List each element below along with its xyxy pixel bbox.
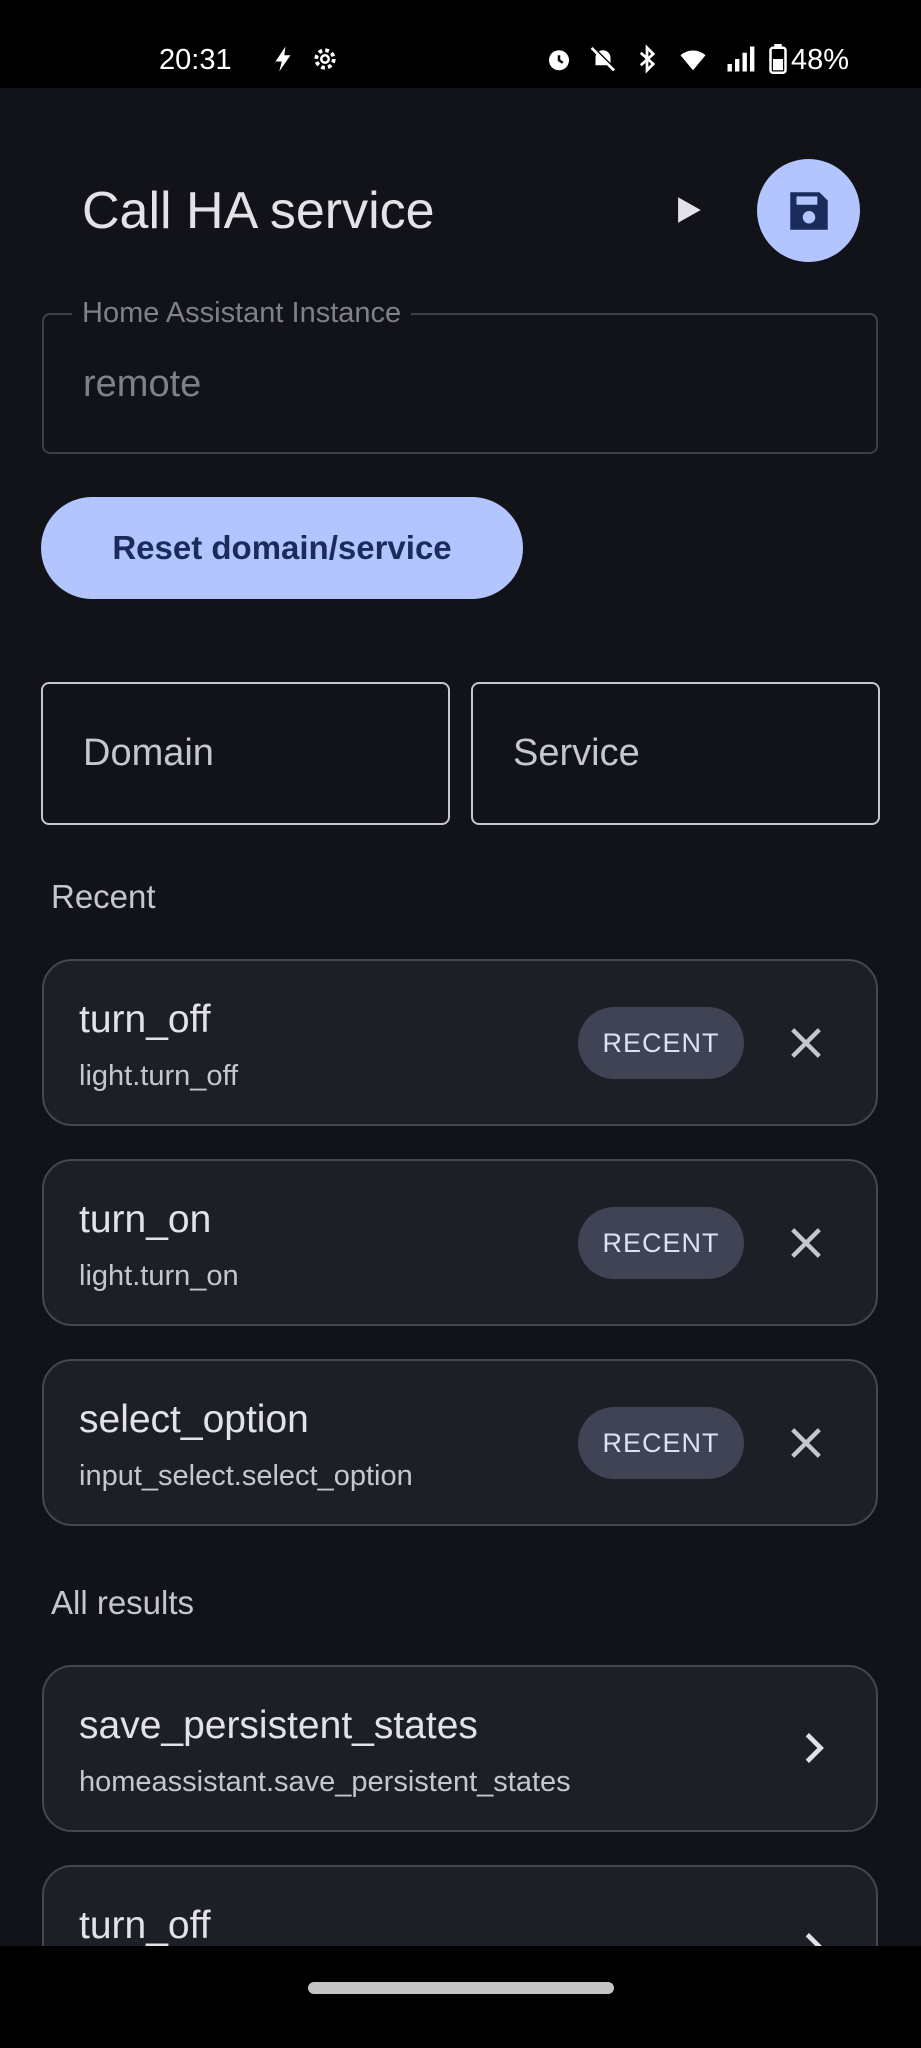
- recent-chip: RECENT: [578, 1407, 744, 1479]
- domain-input-placeholder: Domain: [83, 732, 214, 774]
- recent-section-header: Recent: [51, 878, 156, 915]
- bluetooth-icon: [639, 44, 656, 74]
- service-full-name: light.turn_on: [79, 1260, 239, 1292]
- service-name: turn_off: [79, 1904, 211, 1947]
- instance-field-value: remote: [83, 363, 202, 405]
- instance-field-label: Home Assistant Instance: [72, 296, 412, 330]
- play-icon: [678, 197, 701, 223]
- save-button[interactable]: [757, 159, 860, 262]
- battery-percent: 48%: [791, 44, 850, 76]
- close-icon: [791, 1228, 821, 1258]
- service-full-name: light.turn_off: [79, 1060, 239, 1092]
- remove-recent-button[interactable]: [774, 1211, 838, 1275]
- all-results-section-header: All results: [51, 1584, 195, 1621]
- service-name: save_persistent_states: [79, 1704, 478, 1747]
- status-bar: 20:31 48%: [0, 0, 921, 88]
- close-icon: [791, 1028, 821, 1058]
- service-input-placeholder: Service: [513, 732, 640, 774]
- save-icon: [789, 191, 828, 230]
- gesture-handle[interactable]: [308, 1982, 614, 1994]
- remove-recent-button[interactable]: [774, 1411, 838, 1475]
- screen: 20:31 48% Call HA service Home Assistant…: [0, 0, 921, 2048]
- navigation-bar: [0, 1946, 921, 2048]
- service-name: turn_on: [79, 1198, 212, 1241]
- status-time: 20:31: [159, 44, 232, 76]
- service-input[interactable]: Service: [471, 682, 880, 825]
- recent-item[interactable]: select_option input_select.select_option…: [42, 1359, 878, 1526]
- domain-input[interactable]: Domain: [41, 682, 450, 825]
- settings-icon: [314, 48, 336, 70]
- recent-item[interactable]: turn_on light.turn_on RECENT: [42, 1159, 878, 1326]
- signal-icon: [727, 46, 755, 72]
- service-full-name: input_select.select_option: [79, 1460, 413, 1492]
- notifications-off-icon: [590, 46, 616, 72]
- alarm-icon: [549, 50, 569, 71]
- flash-icon: [275, 46, 291, 72]
- service-name: select_option: [79, 1398, 309, 1441]
- reset-domain-service-button[interactable]: Reset domain/service: [41, 497, 523, 599]
- run-button[interactable]: [660, 182, 716, 238]
- recent-chip: RECENT: [578, 1007, 744, 1079]
- service-name: turn_off: [79, 998, 211, 1041]
- service-full-name: homeassistant.save_persistent_states: [79, 1766, 571, 1798]
- page-title: Call HA service: [82, 182, 435, 240]
- recent-item[interactable]: turn_off light.turn_off RECENT: [42, 959, 878, 1126]
- remove-recent-button[interactable]: [774, 1011, 838, 1075]
- battery-icon: [769, 44, 787, 74]
- recent-chip: RECENT: [578, 1207, 744, 1279]
- result-item[interactable]: save_persistent_states homeassistant.sav…: [42, 1665, 878, 1832]
- close-icon: [791, 1428, 821, 1458]
- wifi-icon: [680, 50, 706, 71]
- chevron-right-icon: [794, 1723, 834, 1773]
